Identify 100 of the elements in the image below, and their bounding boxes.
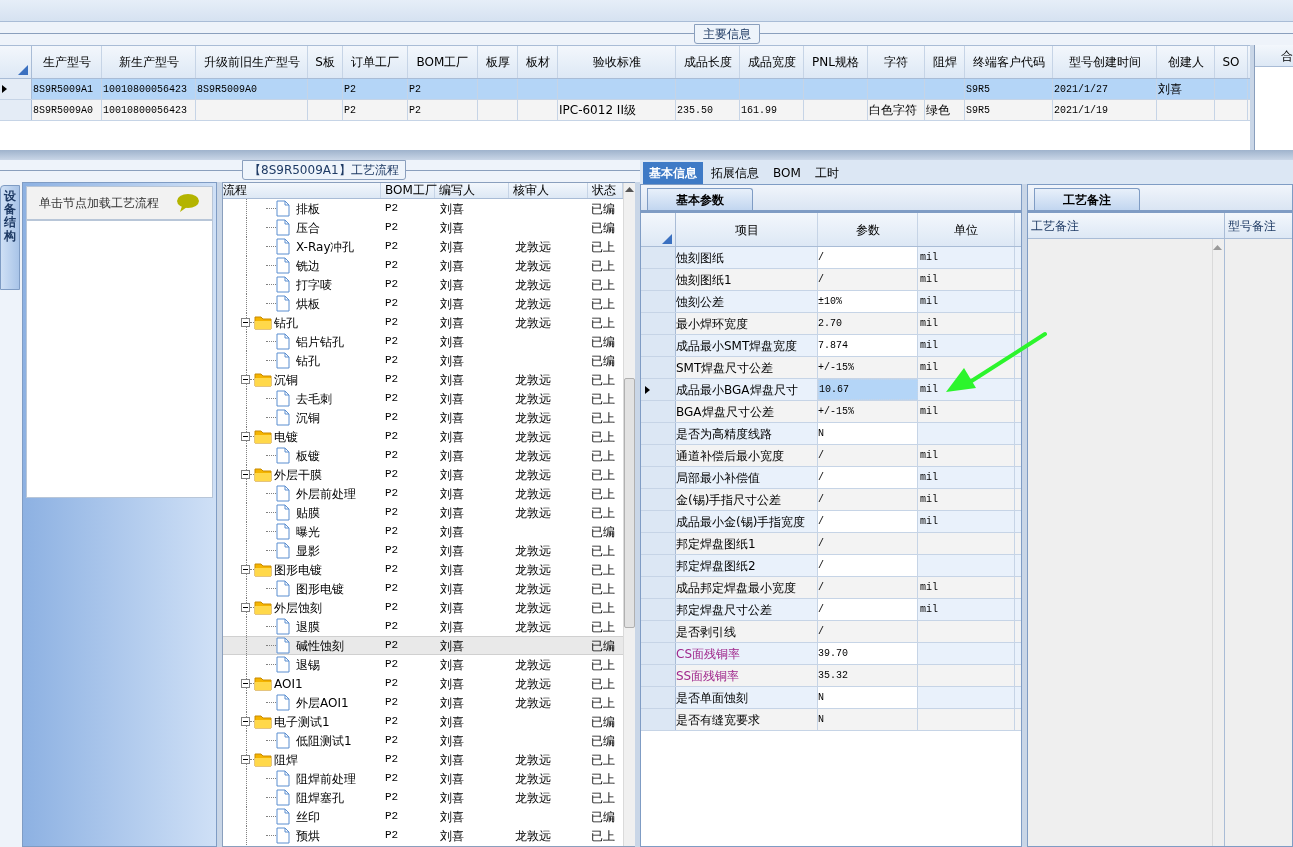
value-cell[interactable]: +/-15% bbox=[818, 401, 918, 422]
value-cell[interactable]: / bbox=[818, 269, 918, 290]
column-header[interactable]: 板材 bbox=[518, 46, 558, 78]
row-header[interactable] bbox=[0, 79, 32, 99]
value-cell[interactable]: / bbox=[818, 555, 918, 576]
tree-row[interactable]: 预烘 P2 刘喜 龙敦远 已上 bbox=[223, 826, 623, 845]
tree-row[interactable]: 碱性蚀刻 P2 刘喜 已编 bbox=[223, 636, 623, 655]
column-header[interactable]: 工艺备注 bbox=[1028, 213, 1225, 238]
column-header[interactable]: SO bbox=[1215, 46, 1248, 78]
column-header[interactable]: 终端客户代码 bbox=[965, 46, 1053, 78]
tab[interactable]: 基本信息 bbox=[643, 162, 703, 184]
table-row[interactable]: 通道补偿后最小宽度 / mil bbox=[641, 445, 1021, 467]
table-row[interactable]: BGA焊盘尺寸公差 +/-15% mil bbox=[641, 401, 1021, 423]
value-cell[interactable]: / bbox=[818, 621, 918, 642]
table-row[interactable]: 蚀刻图纸1 / mil bbox=[641, 269, 1021, 291]
collapse-toggle[interactable] bbox=[241, 603, 250, 612]
table-row[interactable]: 最小焊环宽度 2.70 mil bbox=[641, 313, 1021, 335]
table-row[interactable]: 8S9R5009A1 10010800056423 8S9R5009A0 P2 P2 S9R5 2021/1/27 刘喜 bbox=[0, 79, 1250, 100]
column-header[interactable]: BOM工厂 bbox=[381, 183, 435, 198]
value-cell[interactable]: / bbox=[818, 489, 918, 510]
column-header[interactable]: 新生产型号 bbox=[102, 46, 196, 78]
tree-row[interactable]: 退锡 P2 刘喜 龙敦远 已上 bbox=[223, 655, 623, 674]
tree-row[interactable]: 铣边 P2 刘喜 龙敦远 已上 bbox=[223, 256, 623, 275]
tree-row[interactable]: 曝光 P2 刘喜 已编 bbox=[223, 522, 623, 541]
panel-tab[interactable]: 基本参数 bbox=[647, 188, 753, 210]
panel-tab[interactable]: 工艺备注 bbox=[1034, 188, 1140, 210]
vertical-tab[interactable]: 设备结构 bbox=[0, 185, 20, 290]
splitter[interactable] bbox=[0, 150, 1293, 160]
tree-row[interactable]: X-Ray冲孔 P2 刘喜 龙敦远 已上 bbox=[223, 237, 623, 256]
tab[interactable]: 拓展信息 bbox=[705, 162, 765, 184]
tree-row[interactable]: 去毛刺 P2 刘喜 龙敦远 已上 bbox=[223, 389, 623, 408]
tab[interactable]: 工时 bbox=[808, 162, 845, 184]
value-cell[interactable]: / bbox=[818, 445, 918, 466]
tree-row[interactable]: 外层AOI1 P2 刘喜 龙敦远 已上 bbox=[223, 693, 623, 712]
value-cell[interactable]: / bbox=[818, 247, 918, 268]
value-cell[interactable]: 35.32 bbox=[818, 665, 918, 686]
tree-row[interactable]: 图形电镀 P2 刘喜 龙敦远 已上 bbox=[223, 560, 623, 579]
table-row[interactable]: 邦定焊盘图纸2 / bbox=[641, 555, 1021, 577]
table-row[interactable]: 8S9R5009A0 10010800056423 P2 P2 IPC-6012 II级 235.50 161.99 白色字符 绿色 S9R5 2021/1/19 bbox=[0, 100, 1250, 121]
column-header[interactable]: 创建人 bbox=[1157, 46, 1215, 78]
column-header[interactable]: 项目 bbox=[676, 213, 818, 246]
value-cell[interactable]: 7.874 bbox=[818, 335, 918, 356]
tree-row[interactable]: 沉铜 P2 刘喜 龙敦远 已上 bbox=[223, 370, 623, 389]
column-header[interactable]: 成品长度 bbox=[676, 46, 740, 78]
tree-row[interactable]: 丝印 P2 刘喜 已编 bbox=[223, 807, 623, 826]
value-cell[interactable]: / bbox=[818, 467, 918, 488]
value-cell[interactable]: 39.70 bbox=[818, 643, 918, 664]
tree-row[interactable]: AOI1 P2 刘喜 龙敦远 已上 bbox=[223, 674, 623, 693]
tree-row[interactable]: 排板 P2 刘喜 已编 bbox=[223, 199, 623, 218]
table-row[interactable]: 成品邦定焊盘最小宽度 / mil bbox=[641, 577, 1021, 599]
collapse-toggle[interactable] bbox=[241, 565, 250, 574]
column-header[interactable]: 字符 bbox=[868, 46, 925, 78]
value-cell[interactable]: ±10% bbox=[818, 291, 918, 312]
tree-row[interactable]: 钻孔 P2 刘喜 已编 bbox=[223, 351, 623, 370]
tree-row[interactable]: 压合 P2 刘喜 已编 bbox=[223, 218, 623, 237]
collapse-toggle[interactable] bbox=[241, 432, 250, 441]
table-row[interactable]: 金(锡)手指尺寸公差 / mil bbox=[641, 489, 1021, 511]
table-row[interactable]: 是否单面蚀刻 N bbox=[641, 687, 1021, 709]
row-header[interactable] bbox=[641, 379, 676, 400]
column-header[interactable]: 验收标准 bbox=[558, 46, 676, 78]
table-row[interactable]: 成品最小SMT焊盘宽度 7.874 mil bbox=[641, 335, 1021, 357]
tree-row[interactable]: 电镀 P2 刘喜 龙敦远 已上 bbox=[223, 427, 623, 446]
tree-row[interactable]: 外层干膜 P2 刘喜 龙敦远 已上 bbox=[223, 465, 623, 484]
tree-row[interactable]: 阻焊塞孔 P2 刘喜 龙敦远 已上 bbox=[223, 788, 623, 807]
tree-row[interactable]: 烘板 P2 刘喜 龙敦远 已上 bbox=[223, 294, 623, 313]
column-header[interactable]: 型号创建时间 bbox=[1053, 46, 1157, 78]
table-row[interactable]: 成品最小金(锡)手指宽度 / mil bbox=[641, 511, 1021, 533]
tree-row[interactable]: 铝片钻孔 P2 刘喜 已编 bbox=[223, 332, 623, 351]
table-row[interactable]: SS面残铜率 35.32 bbox=[641, 665, 1021, 687]
tree-row[interactable]: 低阻测试1 P2 刘喜 已编 bbox=[223, 731, 623, 750]
tab[interactable]: BOM bbox=[767, 162, 807, 184]
column-header[interactable]: 阻焊 bbox=[925, 46, 965, 78]
scroll-up-icon[interactable] bbox=[625, 187, 634, 192]
tree-row[interactable]: 板镀 P2 刘喜 龙敦远 已上 bbox=[223, 446, 623, 465]
collapse-toggle[interactable] bbox=[241, 679, 250, 688]
table-row[interactable]: 是否剥引线 / bbox=[641, 621, 1021, 643]
column-header[interactable]: 核审人 bbox=[509, 183, 588, 198]
column-header[interactable]: 生产型号 bbox=[32, 46, 102, 78]
collapse-toggle[interactable] bbox=[241, 318, 250, 327]
tree-row[interactable]: 电子测试1 P2 刘喜 已编 bbox=[223, 712, 623, 731]
column-header[interactable]: 板厚 bbox=[478, 46, 518, 78]
collapse-toggle[interactable] bbox=[241, 717, 250, 726]
table-row[interactable]: 是否有缝宽要求 N bbox=[641, 709, 1021, 731]
column-header[interactable]: 型号备注 bbox=[1225, 213, 1292, 238]
table-row[interactable]: CS面残铜率 39.70 bbox=[641, 643, 1021, 665]
value-cell[interactable]: / bbox=[818, 511, 918, 532]
value-cell[interactable]: +/-15% bbox=[818, 357, 918, 378]
tree-row[interactable]: 显影 P2 刘喜 龙敦远 已上 bbox=[223, 541, 623, 560]
value-cell[interactable]: / bbox=[818, 599, 918, 620]
tree-row[interactable]: 阻焊 P2 刘喜 龙敦远 已上 bbox=[223, 750, 623, 769]
column-header[interactable]: 流程 bbox=[223, 183, 381, 198]
table-row[interactable]: 是否为高精度线路 N bbox=[641, 423, 1021, 445]
value-cell[interactable]: N bbox=[818, 709, 918, 730]
value-cell[interactable]: / bbox=[818, 577, 918, 598]
column-header[interactable]: 升级前旧生产型号 bbox=[196, 46, 308, 78]
value-cell[interactable]: N bbox=[818, 687, 918, 708]
scrollbar[interactable] bbox=[623, 183, 635, 846]
value-cell[interactable]: 10.67 bbox=[818, 379, 918, 400]
tree-row[interactable]: 阻焊前处理 P2 刘喜 龙敦远 已上 bbox=[223, 769, 623, 788]
scroll-thumb[interactable] bbox=[624, 378, 635, 628]
